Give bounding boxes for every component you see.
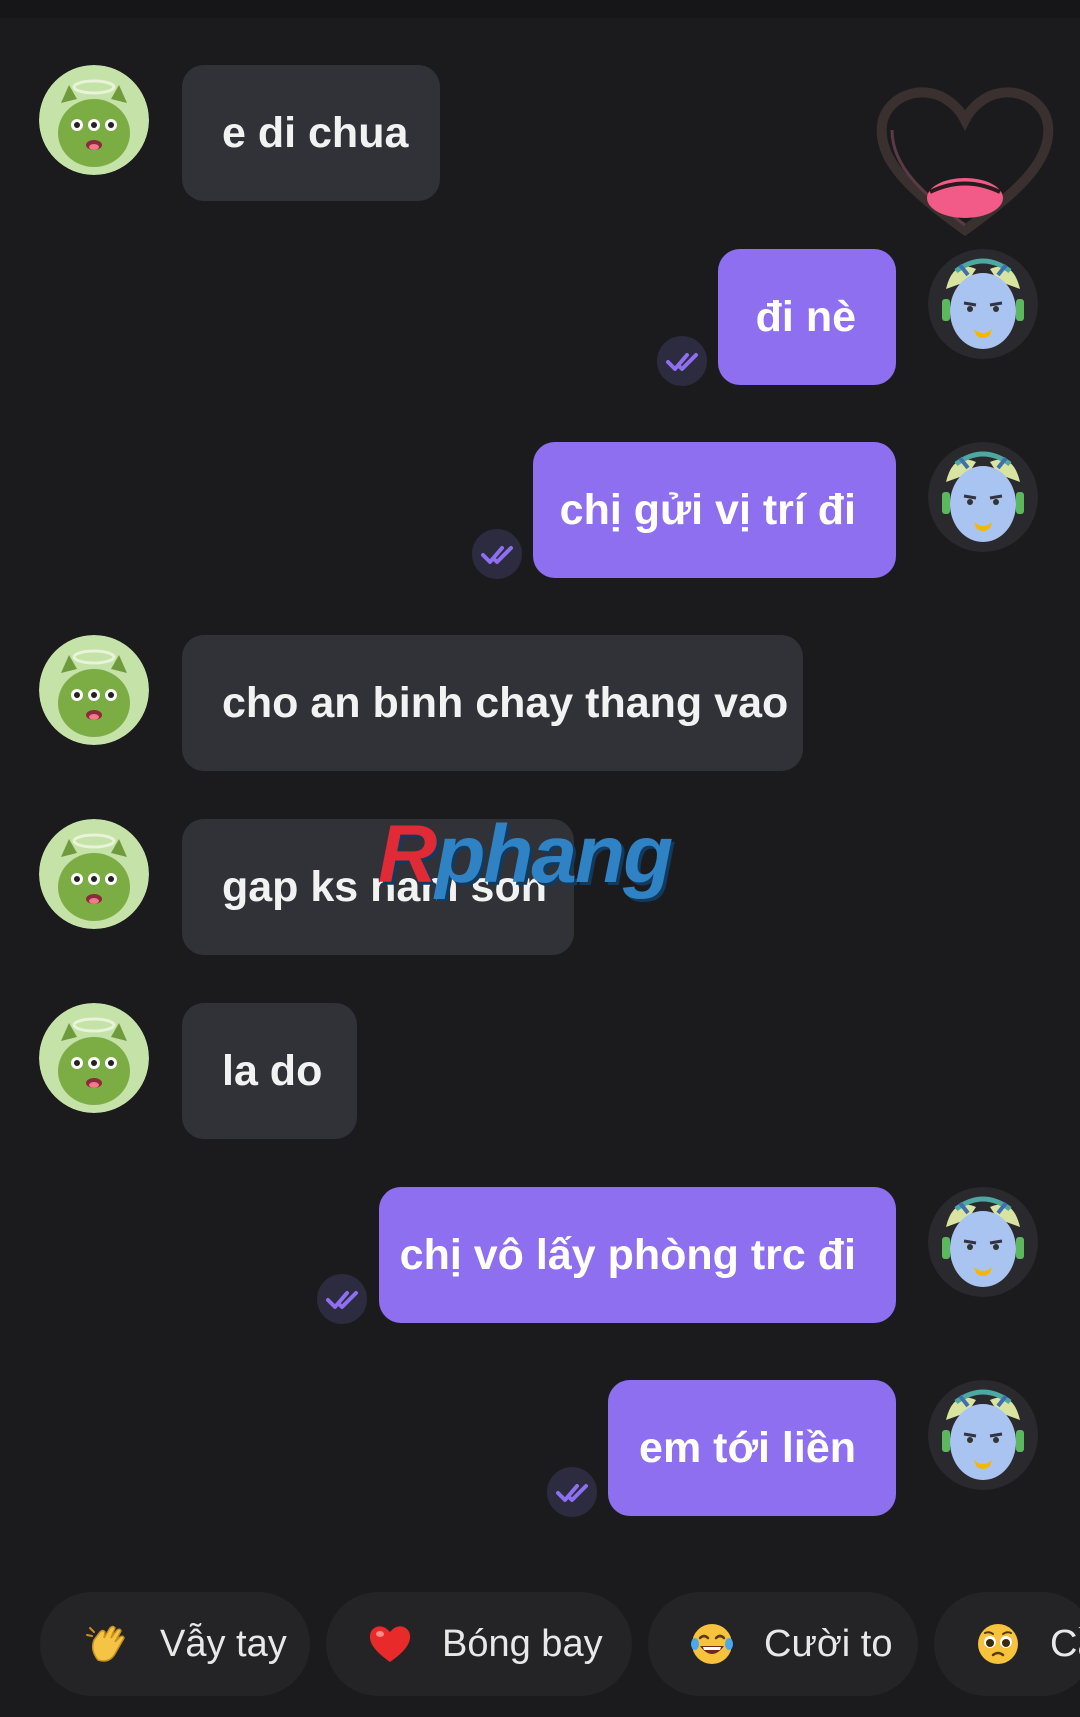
heart-icon [366,1620,414,1668]
message-bubble-incoming[interactable]: e di chua [182,65,440,201]
reaction-label: Bóng bay [442,1622,603,1665]
message-text: em tới liền [639,1423,856,1472]
heart-sticker-icon [870,80,1060,240]
laughing-face-icon [688,1620,736,1668]
reaction-balloon-button[interactable]: Bóng bay [326,1592,632,1696]
reaction-label: Cầ [1050,1622,1080,1665]
contact-avatar[interactable] [39,819,149,929]
contact-avatar[interactable] [39,635,149,745]
reaction-label: Vẫy tay [160,1622,287,1665]
message-bubble-incoming[interactable]: la do [182,1003,357,1139]
my-avatar[interactable] [928,249,1038,359]
message-bubble-outgoing[interactable]: đi nè [718,249,896,385]
contact-avatar[interactable] [39,1003,149,1113]
my-avatar[interactable] [928,1187,1038,1297]
message-text: la do [222,1046,323,1095]
my-avatar[interactable] [928,1380,1038,1490]
watermark-logo: Rphang [378,809,673,900]
message-text: chị vô lấy phòng trc đi [399,1230,856,1279]
message-text: đi nè [755,292,856,341]
top-bar [0,0,1080,18]
read-receipt-icon [657,336,707,386]
reaction-wave-button[interactable]: Vẫy tay [40,1592,310,1696]
waving-hand-icon [84,1620,132,1668]
reaction-label: Cười to [764,1622,893,1665]
message-text: chị gửi vị trí đi [559,485,856,534]
reaction-laugh-button[interactable]: Cười to [648,1592,918,1696]
message-bubble-outgoing[interactable]: chị vô lấy phòng trc đi [379,1187,896,1323]
pleading-face-icon [974,1620,1022,1668]
message-text: cho an binh chay thang vao [222,678,789,727]
reaction-pleading-button[interactable]: Cầ [934,1592,1080,1696]
my-avatar[interactable] [928,442,1038,552]
quick-reaction-bar: Vẫy tay Bóng bay Cười to C [0,1592,1080,1700]
contact-avatar[interactable] [39,65,149,175]
message-text: e di chua [222,108,409,157]
read-receipt-icon [547,1467,597,1517]
message-bubble-outgoing[interactable]: chị gửi vị trí đi [533,442,896,578]
read-receipt-icon [472,529,522,579]
message-bubble-outgoing[interactable]: em tới liền [608,1380,896,1516]
read-receipt-icon [317,1274,367,1324]
message-bubble-incoming[interactable]: cho an binh chay thang vao [182,635,803,771]
